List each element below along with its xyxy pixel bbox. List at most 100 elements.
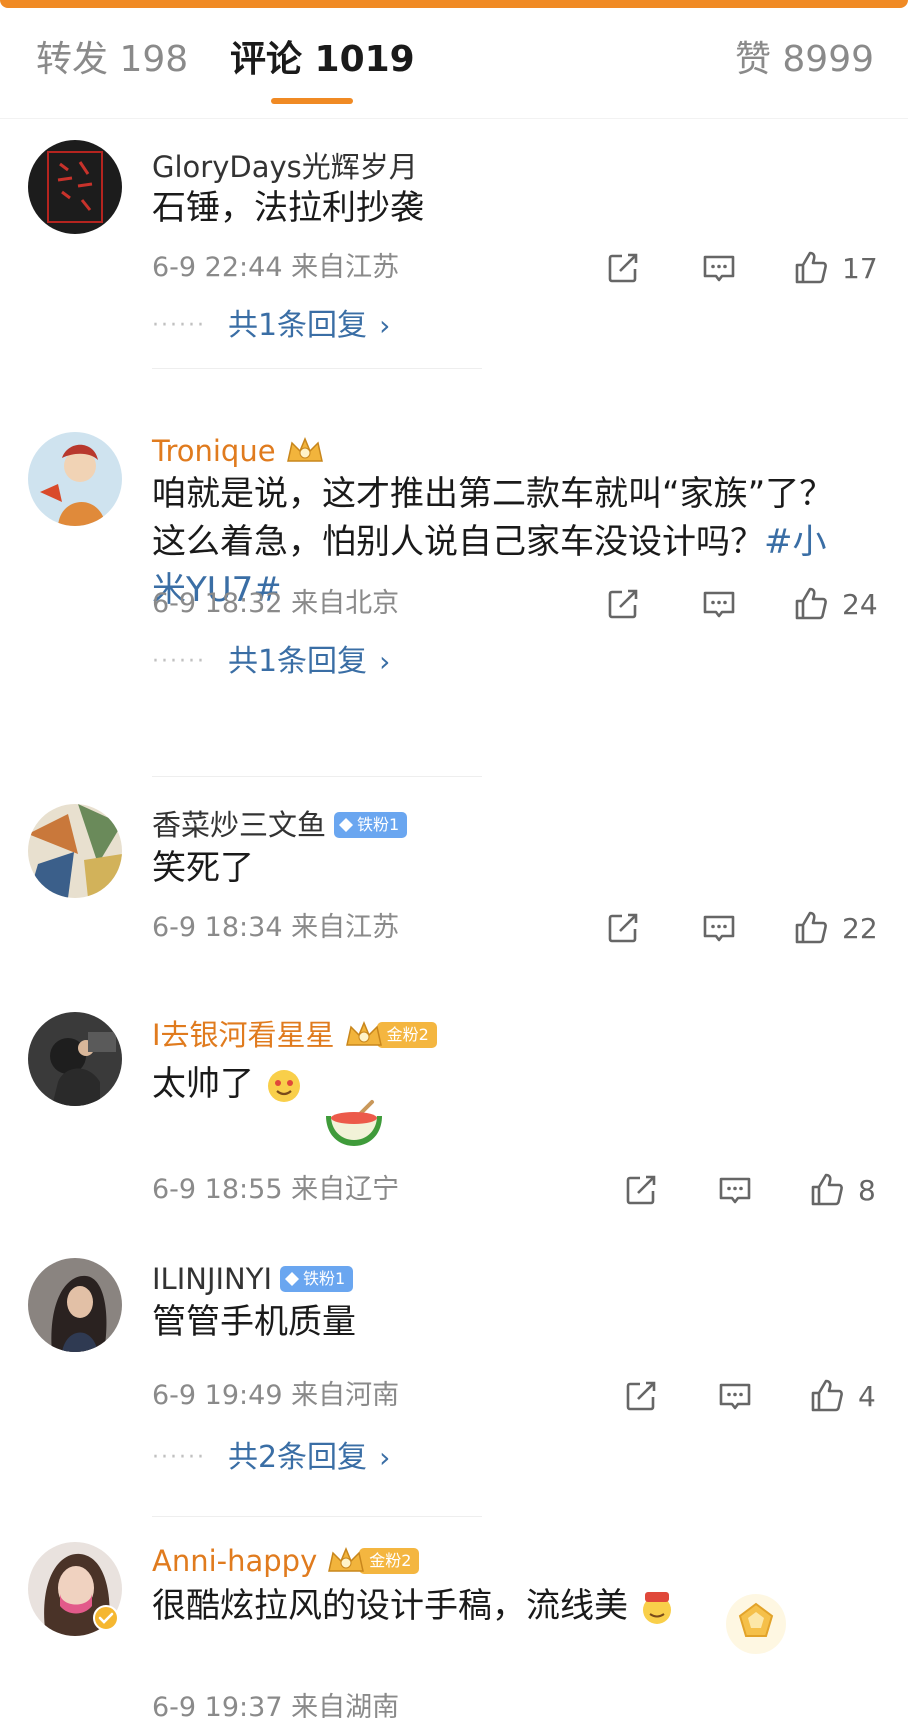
- replies-count: 共1条回复: [227, 308, 368, 343]
- fan-badge: 铁粉1: [280, 1266, 354, 1292]
- username-text: Anni-happy: [152, 1544, 318, 1578]
- username-text: I去银河看星星: [152, 1018, 335, 1052]
- tab-comments[interactable]: 评论 1019: [230, 38, 415, 82]
- share-icon: [608, 913, 638, 943]
- thumbs-up-icon: [811, 1173, 843, 1206]
- comment-actions: 8: [0, 1168, 908, 1212]
- reply-button[interactable]: [700, 906, 738, 950]
- tab-reposts[interactable]: 转发 198: [36, 38, 188, 82]
- replies-count: 共1条回复: [227, 644, 368, 679]
- username[interactable]: Tronique: [152, 432, 326, 470]
- view-replies-link[interactable]: ······ 共2条回复 ›: [152, 1438, 390, 1478]
- comment-text: 笑死了: [152, 848, 254, 888]
- like-count: 17: [842, 251, 878, 285]
- thumbs-up-icon: [795, 587, 827, 620]
- username-text: ILINJINYI: [152, 1262, 273, 1296]
- comment-divider: [152, 1516, 482, 1517]
- username[interactable]: 香菜炒三文鱼 铁粉1: [152, 806, 408, 844]
- vip-crown-icon: [286, 437, 323, 462]
- avatar-image: [28, 1258, 122, 1352]
- thumbs-up-icon: [811, 1379, 843, 1412]
- share-button[interactable]: [622, 1168, 660, 1212]
- share-button[interactable]: [604, 906, 642, 950]
- share-icon: [626, 1175, 656, 1205]
- view-replies-link[interactable]: ······ 共1条回复 ›: [152, 306, 390, 346]
- share-button[interactable]: [604, 246, 642, 290]
- tabs-divider: [0, 118, 908, 119]
- like-count: 4: [858, 1379, 876, 1413]
- vip-crown-icon: [345, 1021, 382, 1046]
- fan-badge-label: 金粉2: [376, 1022, 437, 1048]
- comment-text: 太帅了: [152, 1060, 852, 1108]
- avatar-image: [28, 1012, 122, 1106]
- like-button[interactable]: 4: [808, 1374, 876, 1418]
- 666-emoji-icon: [642, 1591, 671, 1624]
- username[interactable]: GloryDays光辉岁月: [152, 148, 418, 186]
- chevron-right-icon: ›: [379, 1441, 391, 1474]
- avatar-image: [28, 804, 122, 898]
- comment-text: 管管手机质量: [152, 1302, 356, 1342]
- fan-badge: 铁粉1: [334, 812, 408, 838]
- avatar[interactable]: [28, 804, 122, 898]
- like-count: 24: [842, 587, 878, 621]
- like-button[interactable]: 8: [808, 1168, 876, 1212]
- comment-icon: [703, 591, 735, 618]
- like-count: 22: [842, 911, 878, 945]
- like-button[interactable]: 22: [792, 906, 878, 950]
- replies-dots: ······: [152, 313, 206, 338]
- comment-text-body: 很酷炫拉风的设计手稿，流线美: [152, 1586, 628, 1626]
- thumbs-up-icon: [795, 911, 827, 944]
- reply-button[interactable]: [716, 1374, 754, 1418]
- like-button[interactable]: 24: [792, 582, 878, 626]
- reply-button[interactable]: [716, 1168, 754, 1212]
- username[interactable]: Anni-happy 金粉2: [152, 1542, 420, 1580]
- comment-actions: 4: [0, 1374, 908, 1418]
- comment-icon: [703, 255, 735, 282]
- comment-actions: 22: [0, 906, 908, 950]
- comment-meta: 6-9 19:37 来自湖南: [152, 1690, 399, 1718]
- tab-bar: 转发 198 评论 1019 赞 8999: [0, 0, 908, 108]
- avatar[interactable]: [28, 432, 122, 526]
- gold-badge-sparkle-icon: [726, 1594, 786, 1654]
- replies-dots: ······: [152, 1445, 206, 1470]
- comment-text: 石锤，法拉利抄袭: [152, 188, 424, 228]
- comment-location: 来自湖南: [291, 1692, 400, 1718]
- share-icon: [608, 253, 638, 283]
- comment-actions: 24: [0, 582, 908, 626]
- tab-likes[interactable]: 赞 8999: [735, 38, 874, 82]
- diamond-icon: [339, 818, 354, 832]
- share-button[interactable]: [622, 1374, 660, 1418]
- comment-divider: [152, 368, 482, 369]
- avatar[interactable]: [28, 1258, 122, 1352]
- replies-count: 共2条回复: [227, 1440, 368, 1475]
- comment-icon: [703, 915, 735, 942]
- chevron-right-icon: ›: [379, 645, 391, 678]
- share-icon: [608, 589, 638, 619]
- reply-button[interactable]: [700, 582, 738, 626]
- comment-text-body: 咱就是说，这才推出第二款车就叫“家族”了？ 这么着急，怕别人说自己家车没设计吗？: [152, 474, 834, 562]
- fan-badge-label: 铁粉1: [357, 815, 400, 834]
- fan-badge: 金粉2: [343, 1019, 437, 1051]
- replies-dots: ······: [152, 649, 206, 674]
- fan-badge: 金粉2: [325, 1545, 420, 1577]
- active-tab-indicator: [271, 98, 353, 104]
- fan-badge-label: 铁粉1: [303, 1269, 346, 1288]
- avatar-image: [28, 432, 122, 526]
- username[interactable]: ILINJINYI 铁粉1: [152, 1260, 354, 1298]
- share-button[interactable]: [604, 582, 642, 626]
- comment-time: 6-9 19:37: [152, 1692, 283, 1718]
- fan-badge-label: 金粉2: [359, 1548, 420, 1574]
- reply-button[interactable]: [700, 246, 738, 290]
- avatar[interactable]: [28, 140, 122, 234]
- watermelon-sticker-icon: [326, 1100, 382, 1146]
- verified-badge-icon: [93, 1605, 119, 1631]
- username[interactable]: I去银河看星星 金粉2: [152, 1016, 437, 1054]
- view-replies-link[interactable]: ······ 共1条回复 ›: [152, 642, 390, 682]
- diamond-icon: [285, 1272, 300, 1286]
- heart-eyes-emoji-icon: [267, 1069, 300, 1102]
- like-button[interactable]: 17: [792, 246, 878, 290]
- vip-crown-icon: [328, 1547, 365, 1572]
- avatar[interactable]: [28, 1012, 122, 1106]
- username-text: Tronique: [152, 434, 276, 468]
- username-text: 香菜炒三文鱼: [152, 808, 327, 842]
